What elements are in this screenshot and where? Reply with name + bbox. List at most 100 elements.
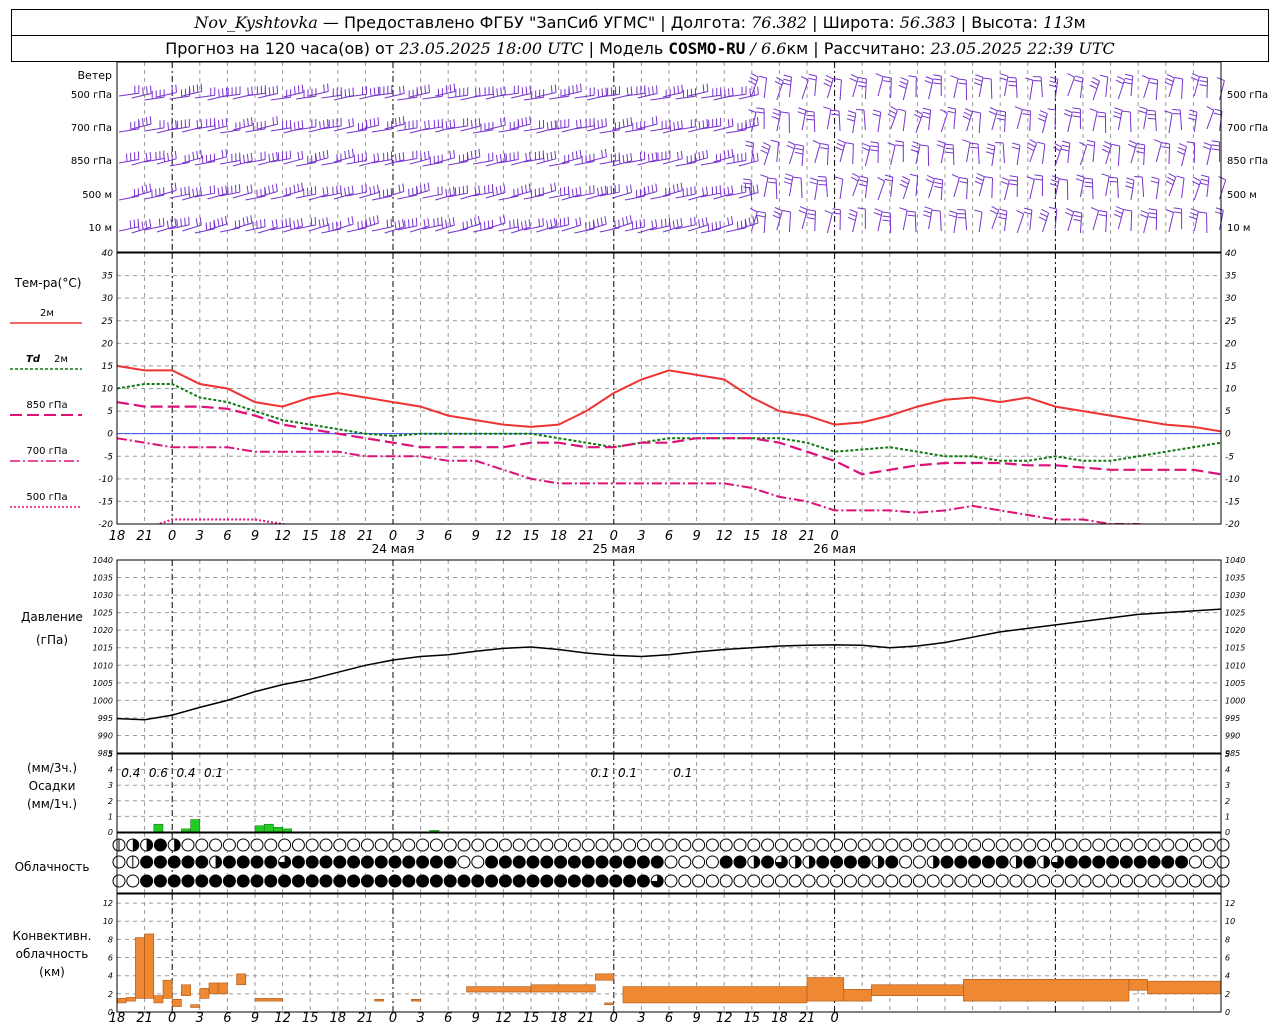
wind-barb-flag: [785, 173, 794, 177]
wind-barb: [826, 109, 832, 130]
wind-barb-flag: [297, 151, 300, 160]
wind-barb-flag: [525, 152, 528, 161]
wind-barb-flag: [861, 146, 870, 151]
wind-barb-flag: [604, 185, 607, 194]
cloud-circle: [112, 874, 126, 888]
wind-barb-flag: [873, 212, 882, 216]
wind-barb-flag: [999, 208, 1008, 212]
wind-barb-flag: [782, 82, 791, 86]
x-tick-label-bottom: 3: [637, 1011, 645, 1024]
pressure-tick-right: 995: [1225, 714, 1240, 723]
wind-barb-flag: [256, 220, 258, 229]
wind-barb-flag: [749, 119, 751, 128]
wind-barb-flag: [348, 149, 351, 158]
wind-barb-flag: [807, 217, 816, 220]
cloud-symbol: [1175, 838, 1189, 852]
cloud-symbol: [733, 855, 747, 869]
x-tick-label-bottom: 0: [610, 1011, 618, 1024]
wind-barb-flag: [575, 187, 578, 196]
wind-barb-flag: [825, 75, 834, 80]
cloud-symbol: [650, 838, 664, 852]
wind-barb: [1219, 80, 1225, 101]
wind-barb-flag: [798, 209, 807, 215]
cloud-symbol: [609, 855, 623, 869]
wind-barb: [194, 161, 215, 166]
wind-barb-flag: [884, 174, 893, 178]
cloud-symbol: [912, 874, 926, 888]
x-tick-label-bottom: 21: [136, 1011, 153, 1024]
wind-barb: [902, 210, 908, 231]
wind-barb-flag: [948, 214, 957, 218]
precip-tick-left: 2: [108, 797, 113, 806]
wind-barb-flag: [322, 187, 325, 196]
wind-barb-flag: [1027, 142, 1036, 148]
temperature-tick-left: 25: [102, 317, 114, 327]
wind-barb-flag: [275, 183, 278, 192]
wind-barb-flag: [546, 122, 549, 131]
conv-bar: [116, 998, 127, 1004]
wind-barb-flag: [1166, 74, 1175, 79]
wind-barb-flag: [137, 222, 140, 231]
wind-barb: [700, 161, 721, 166]
cloud-circle: [512, 838, 526, 852]
cloud-symbol: [774, 855, 788, 869]
wind-barb-flag: [1101, 173, 1110, 177]
wind-barb-flag: [768, 181, 777, 184]
cloud-symbol: [843, 855, 857, 869]
cloud-symbol: [954, 838, 968, 852]
pressure-unit: (гПа): [36, 633, 68, 647]
cloud-circle: [264, 855, 278, 869]
wind-barb-flag: [625, 216, 629, 225]
wind-barb-flag: [323, 84, 325, 93]
wind-barb-flag: [133, 219, 136, 228]
wind-barb-flag: [1112, 115, 1121, 119]
wind-barb-flag: [289, 123, 292, 132]
wind-barb: [118, 226, 139, 232]
cloud-symbol: [940, 838, 954, 852]
cloud-circle: [140, 855, 154, 869]
wind-barb-flag: [433, 218, 435, 227]
wind-barb-flag: [1174, 76, 1183, 80]
wind-barb: [814, 143, 821, 164]
wind-barb-flag: [246, 216, 249, 225]
wind-barb-flag: [402, 219, 405, 228]
conv-bar: [153, 995, 164, 1004]
wind-barb-flag: [477, 216, 481, 225]
cloud-symbol: [871, 874, 885, 888]
wind-barb-flag: [622, 217, 625, 226]
cloud-circle: [802, 838, 816, 852]
wind-barb: [321, 161, 342, 166]
wind-barb-flag: [756, 152, 759, 161]
wind-barb-flag: [184, 217, 186, 226]
wind-barb: [726, 160, 746, 165]
cloud-symbol: [595, 874, 609, 888]
wind-barb-flag: [1172, 112, 1181, 115]
cloud-circle: [954, 855, 968, 869]
pressure-tick-left: 1005: [93, 679, 113, 688]
wind-barb-flag: [538, 218, 540, 227]
cloud-circle: [498, 874, 512, 888]
wind-barb-flag: [1072, 107, 1081, 110]
pressure-tick-right: 1010: [1225, 661, 1245, 670]
wind-barb: [864, 79, 867, 100]
wind-barb: [814, 210, 816, 232]
wind-barb-flag: [1161, 142, 1170, 145]
cloud-symbol: [581, 838, 595, 852]
x-tick-label-bottom: 9: [472, 1011, 480, 1024]
legend-td-label: Td: [26, 354, 41, 365]
wind-barb-flag: [596, 218, 600, 227]
cloud-circle: [526, 838, 540, 852]
wind-barb-flag: [847, 114, 856, 118]
wind-barb-flag: [200, 149, 203, 158]
cloud-circle: [623, 838, 637, 852]
wind-barb-flag: [970, 146, 979, 149]
wind-barb-flag: [1041, 209, 1049, 214]
wind-barb-flag: [575, 218, 578, 227]
wind-barb-flag: [166, 220, 169, 229]
wind-barb-flag: [546, 152, 549, 161]
wind-barb: [726, 129, 747, 134]
wind-barb-flag: [806, 114, 815, 117]
cloud-symbol: [692, 838, 706, 852]
cloud-circle: [554, 838, 568, 852]
wind-barb-flag: [1215, 207, 1224, 211]
